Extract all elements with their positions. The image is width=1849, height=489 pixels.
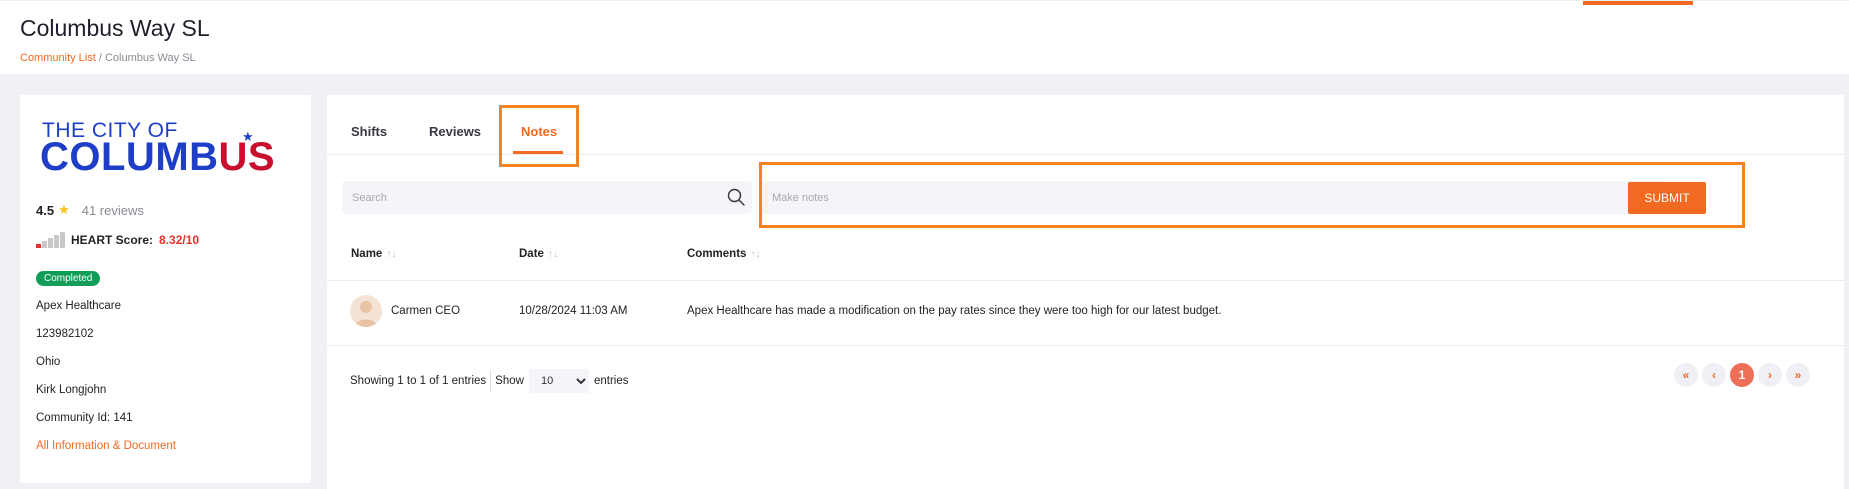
submit-button[interactable]: SUBMIT [1628, 182, 1706, 214]
first-page-button[interactable]: « [1674, 363, 1698, 387]
show-label: Show [495, 375, 524, 387]
reviews-count: 41 reviews [81, 202, 144, 218]
breadcrumb-current: Columbus Way SL [104, 52, 196, 64]
heart-score-label: HEART Score: [71, 233, 154, 247]
active-nav-indicator [1583, 1, 1693, 5]
sort-icon[interactable]: ↑↓ [750, 249, 760, 260]
notes-panel: Shifts Reviews Notes SUBMIT Name↑↓ Date↑… [327, 95, 1844, 489]
logo-star-icon: ★ [242, 129, 254, 144]
community-id: Community Id: 141 [36, 412, 133, 424]
logo-line2: COLUMBUS [40, 135, 276, 179]
star-icon: ★ [58, 202, 70, 217]
table-header-divider [327, 280, 1844, 281]
rating-value: 4.5 [36, 202, 55, 218]
avatar [350, 295, 382, 327]
sort-icon[interactable]: ↑↓ [548, 249, 558, 260]
notes-box [762, 181, 1667, 214]
search-box [342, 181, 752, 214]
notes-tab-highlight [499, 105, 579, 167]
search-input[interactable] [342, 181, 712, 214]
phone-number: 123982102 [36, 328, 94, 340]
table-row-divider [327, 345, 1844, 346]
breadcrumb-community-list-link[interactable]: Community List [20, 52, 96, 64]
column-header-date[interactable]: Date ↑↓ [519, 248, 558, 260]
tab-shifts[interactable]: Shifts [351, 124, 387, 139]
table-cell-comment: Apex Healthcare has made a modification … [687, 305, 1222, 317]
page-size-select[interactable]: 10 [528, 369, 589, 393]
page-header: Columbus Way SL Community List / Columbu… [0, 0, 1849, 74]
column-header-name[interactable]: Name ↑↓ [351, 248, 396, 260]
contact-name: Kirk Longjohn [36, 384, 107, 396]
column-header-comments[interactable]: Comments ↑↓ [687, 248, 760, 260]
heart-score-value: 8.32/10 [159, 233, 200, 247]
page-1-button[interactable]: 1 [1730, 363, 1754, 387]
table-footer-info: Showing 1 to 1 of 1 entries Show 10 entr… [350, 369, 628, 393]
breadcrumb-separator: / [95, 52, 105, 64]
page-title: Columbus Way SL [20, 15, 210, 41]
table-cell-name: Carmen CEO [391, 305, 461, 317]
entries-label: entries [593, 375, 629, 387]
city-of-columbus-logo: THE CITY OF COLUMBUS ★ [40, 119, 292, 179]
make-notes-input[interactable] [762, 181, 1642, 214]
all-information-link[interactable]: All Information & Document [36, 440, 176, 452]
state: Ohio [36, 356, 61, 368]
sort-icon[interactable]: ↑↓ [386, 249, 396, 260]
community-rating: 4.5 ★ 41 reviews [36, 202, 144, 218]
previous-page-button[interactable]: ‹ [1702, 363, 1726, 387]
search-icon[interactable] [726, 187, 746, 207]
table-cell-date: 10/28/2024 11:03 AM [519, 305, 628, 317]
heart-score: HEART Score: 8.32/10 [36, 232, 199, 248]
breadcrumb: Community List / Columbus Way SL [20, 52, 196, 64]
next-page-button[interactable]: › [1758, 363, 1782, 387]
company-name: Apex Healthcare [36, 300, 122, 312]
showing-entries-text: Showing 1 to 1 of 1 entries [350, 375, 487, 387]
signal-bars-icon [36, 232, 65, 248]
status-badge: Completed [36, 271, 101, 286]
tab-reviews[interactable]: Reviews [429, 124, 481, 139]
community-info-card: THE CITY OF COLUMBUS ★ 4.5 ★ 41 reviews … [20, 95, 311, 483]
last-page-button[interactable]: » [1786, 363, 1810, 387]
